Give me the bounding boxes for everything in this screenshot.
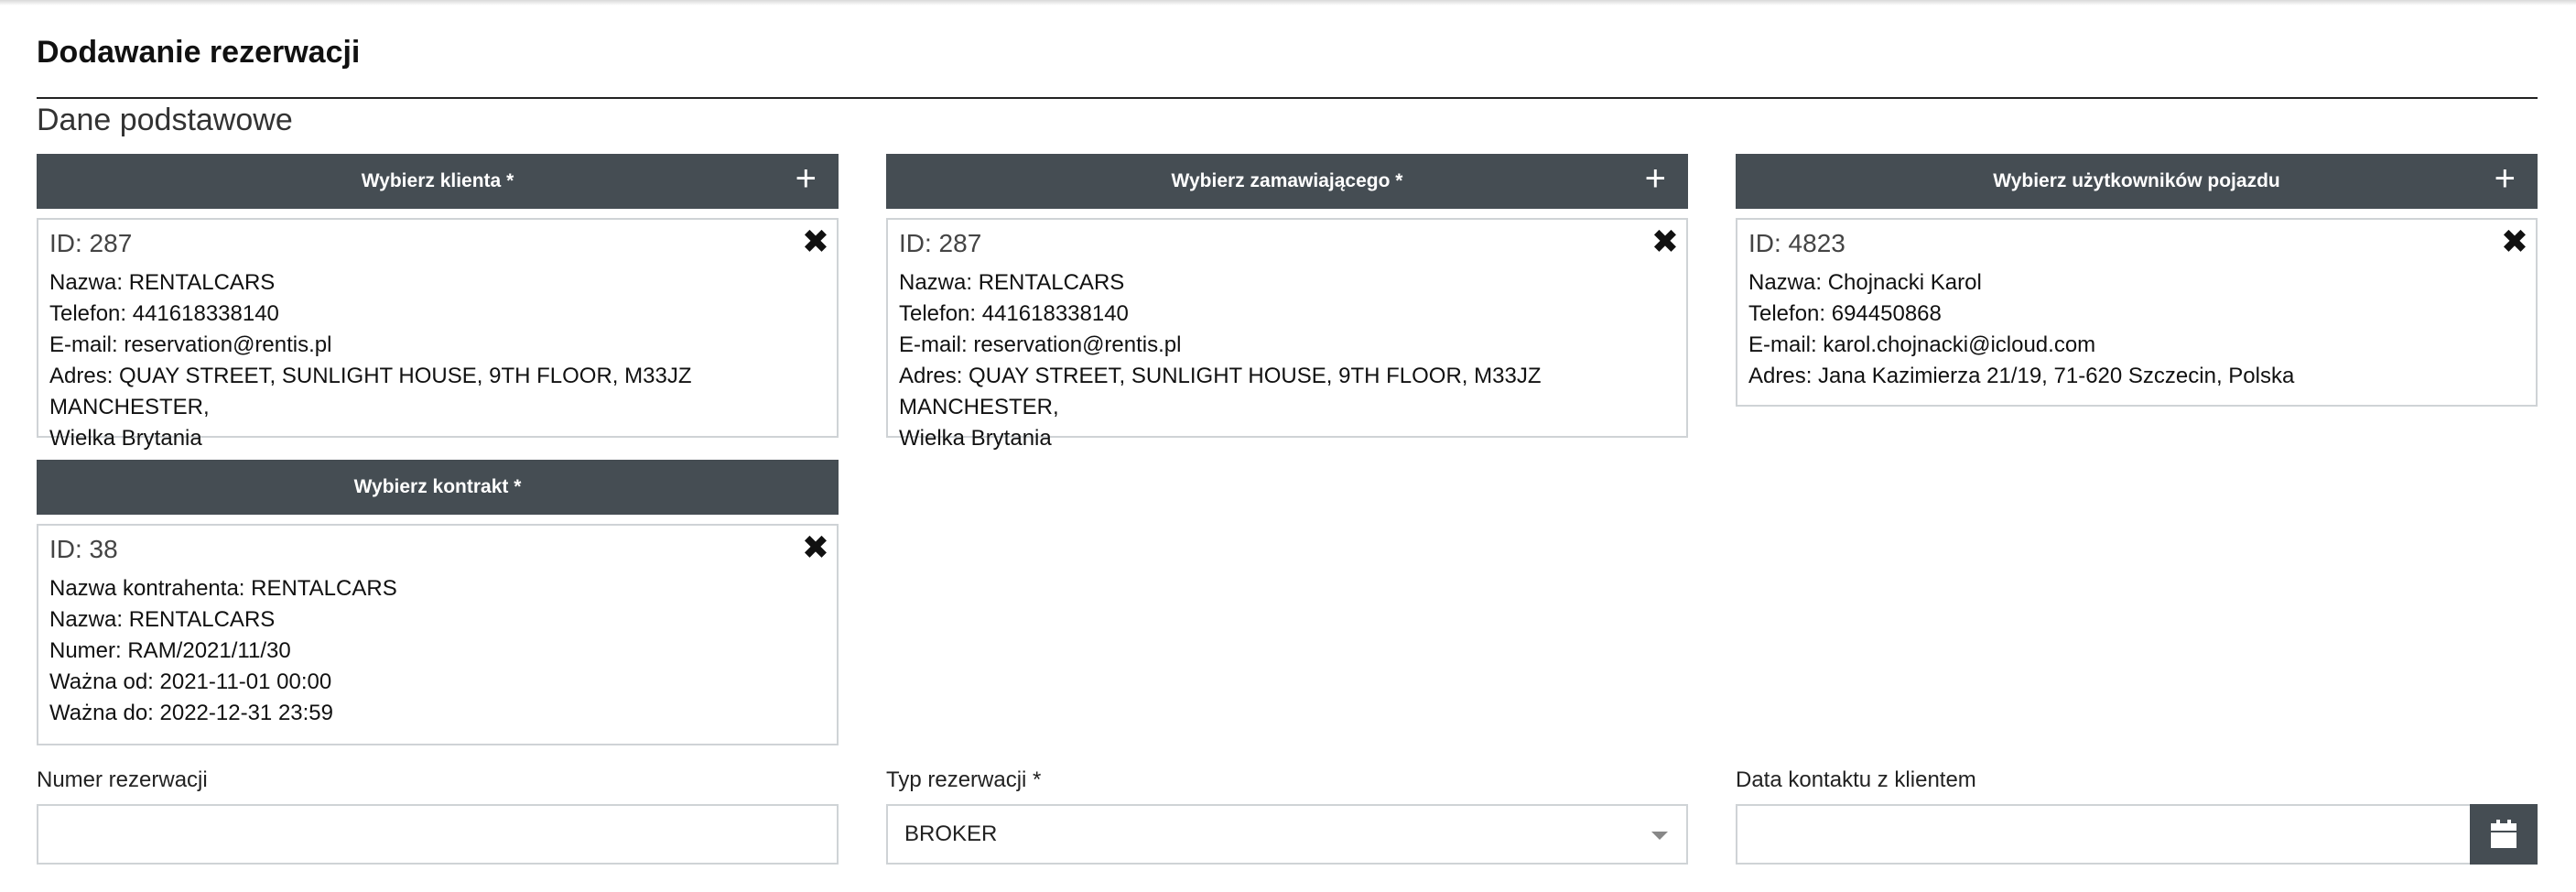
close-icon[interactable]: ✖ (802, 225, 829, 258)
contract-valid-from: Ważna od: 2021-11-01 00:00 (49, 669, 332, 694)
client-email: E-mail: reservation@rentis.pl (49, 332, 332, 357)
orderer-address-country: Wielka Brytania (899, 426, 1052, 451)
page-title: Dodawanie rezerwacji (37, 35, 361, 70)
calendar-button[interactable] (2470, 804, 2538, 865)
select-client-label: Wybierz klienta * (361, 170, 514, 191)
client-id: ID: 287 (49, 229, 133, 257)
client-address: Adres: QUAY STREET, SUNLIGHT HOUSE, 9TH … (49, 364, 692, 419)
contact-date-input[interactable] (1736, 804, 2472, 865)
orderer-phone: Telefon: 441618338140 (899, 301, 1129, 326)
select-vehicle-users-button[interactable]: Wybierz użytkowników pojazdu + (1736, 154, 2538, 209)
client-card: ID: 287 ✖ Nazwa: RENTALCARS Telefon: 441… (37, 218, 839, 451)
orderer-id: ID: 287 (899, 229, 982, 257)
select-orderer-label: Wybierz zamawiającego * (1171, 170, 1403, 191)
reservation-number-label: Numer rezerwacji (37, 767, 208, 792)
section-title: Dane podstawowe (37, 103, 293, 137)
vehicle-user-email: E-mail: karol.chojnacki@icloud.com (1748, 332, 2096, 357)
orderer-email: E-mail: reservation@rentis.pl (899, 332, 1182, 357)
select-vehicle-users-label: Wybierz użytkowników pojazdu (1993, 170, 2280, 191)
vehicle-user-card: ID: 4823 ✖ Nazwa: Chojnacki Karol Telefo… (1736, 218, 2538, 407)
plus-icon: + (795, 158, 817, 199)
contract-id: ID: 38 (49, 535, 118, 563)
select-contract-label: Wybierz kontrakt * (353, 476, 522, 497)
contract-contractor-name: Nazwa kontrahenta: RENTALCARS (49, 576, 397, 601)
select-contract-button[interactable]: Wybierz kontrakt * (37, 460, 839, 515)
reservation-type-select[interactable]: BROKER (886, 804, 1688, 865)
client-phone: Telefon: 441618338140 (49, 301, 279, 326)
client-name: Nazwa: RENTALCARS (49, 270, 276, 295)
title-divider (37, 97, 2538, 99)
reservation-type-label: Typ rezerwacji * (886, 767, 1042, 792)
close-icon[interactable]: ✖ (802, 531, 829, 564)
plus-icon: + (2494, 158, 2516, 199)
select-client-button[interactable]: Wybierz klienta * + (37, 154, 839, 209)
close-icon[interactable]: ✖ (2501, 225, 2528, 258)
close-icon[interactable]: ✖ (1651, 225, 1679, 258)
contact-date-label: Data kontaktu z klientem (1736, 767, 1976, 792)
orderer-name: Nazwa: RENTALCARS (899, 270, 1125, 295)
client-address-country: Wielka Brytania (49, 426, 202, 451)
reservation-number-input[interactable] (37, 804, 839, 865)
orderer-address: Adres: QUAY STREET, SUNLIGHT HOUSE, 9TH … (899, 364, 1542, 419)
contract-valid-to: Ważna do: 2022-12-31 23:59 (49, 701, 333, 725)
reservation-type-value: BROKER (904, 821, 998, 846)
contract-name: Nazwa: RENTALCARS (49, 607, 276, 632)
top-shadow (0, 0, 2576, 5)
vehicle-user-name: Nazwa: Chojnacki Karol (1748, 270, 1982, 295)
contract-card: ID: 38 ✖ Nazwa kontrahenta: RENTALCARS N… (37, 524, 839, 745)
calendar-icon (2491, 820, 2516, 848)
select-orderer-button[interactable]: Wybierz zamawiającego * + (886, 154, 1688, 209)
vehicle-user-address: Adres: Jana Kazimierza 21/19, 71-620 Szc… (1748, 364, 2295, 388)
plus-icon: + (1644, 158, 1666, 199)
chevron-down-icon (1651, 832, 1668, 840)
vehicle-user-phone: Telefon: 694450868 (1748, 301, 1942, 326)
vehicle-user-id: ID: 4823 (1748, 229, 1845, 257)
orderer-card: ID: 287 ✖ Nazwa: RENTALCARS Telefon: 441… (886, 218, 1688, 451)
contract-number: Numer: RAM/2021/11/30 (49, 638, 291, 663)
